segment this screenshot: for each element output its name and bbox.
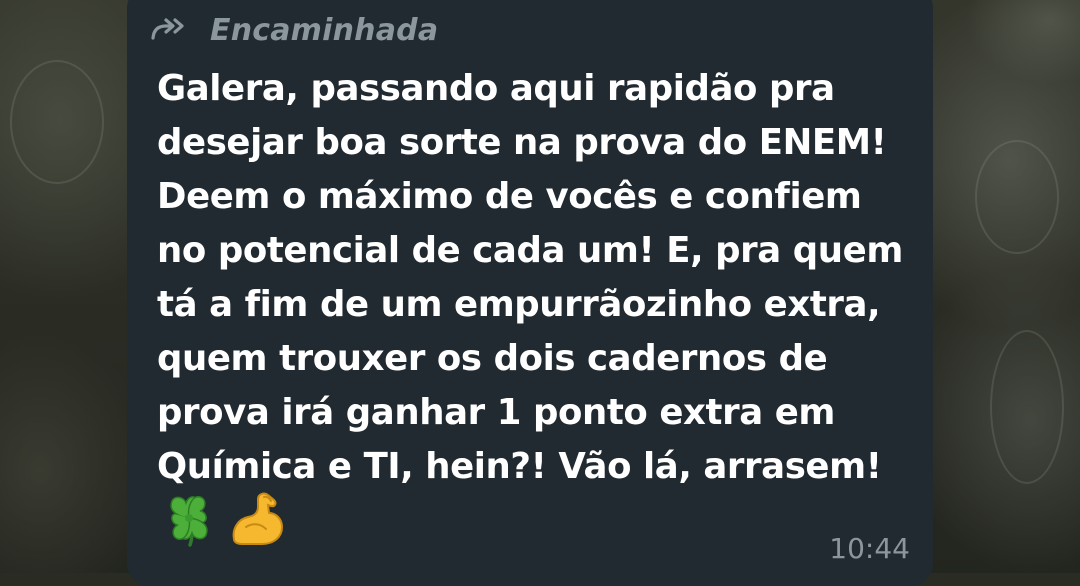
flexed-biceps-icon xyxy=(228,489,286,547)
wallpaper-scribble xyxy=(990,330,1064,484)
message-emojis xyxy=(160,486,286,550)
message-timestamp: 10:44 xyxy=(829,532,910,565)
forwarded-indicator: Encaminhada xyxy=(150,10,438,50)
forwarded-label: Encaminhada xyxy=(210,12,439,48)
message-text: Galera, passando aqui rapidão pra deseja… xyxy=(157,68,903,487)
wallpaper-scribble xyxy=(975,140,1059,254)
four-leaf-clover-icon xyxy=(160,489,218,547)
wallpaper-scribble xyxy=(10,60,104,184)
forward-arrows-icon xyxy=(150,16,188,44)
